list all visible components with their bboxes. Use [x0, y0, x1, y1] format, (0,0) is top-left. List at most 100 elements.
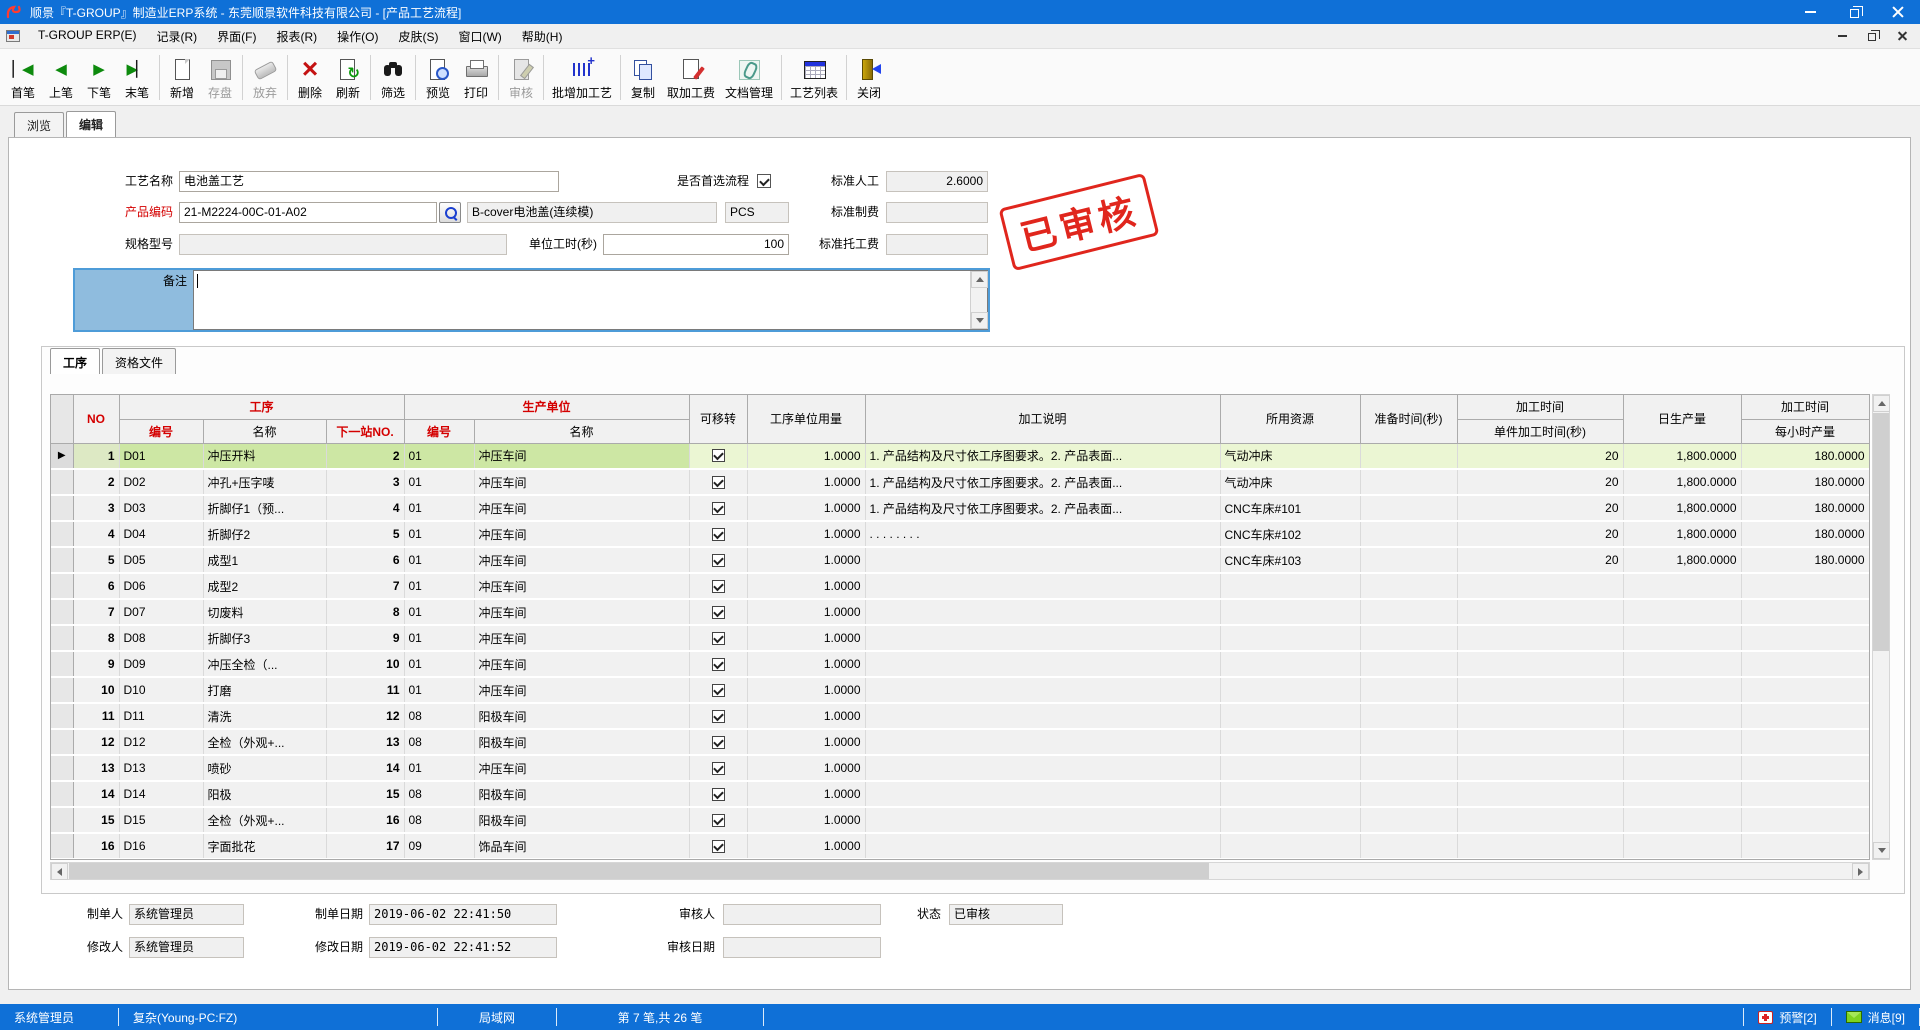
cell-unit_time[interactable] — [1457, 807, 1623, 833]
row-selector-gutter[interactable] — [51, 833, 73, 859]
cell-usage[interactable]: 1.0000 — [747, 651, 865, 677]
cell-no[interactable]: 7 — [73, 599, 119, 625]
cell-uname[interactable]: 冲压车间 — [474, 521, 689, 547]
cell-daily[interactable] — [1623, 625, 1741, 651]
col-header-unit-name[interactable]: 名称 — [474, 419, 689, 443]
cell-transferable[interactable] — [689, 625, 747, 651]
cell-prep[interactable] — [1360, 521, 1457, 547]
cell-ucode[interactable]: 01 — [404, 677, 474, 703]
cell-prep[interactable] — [1360, 833, 1457, 859]
cell-unit_time[interactable]: 20 — [1457, 495, 1623, 521]
cell-desc[interactable] — [865, 729, 1220, 755]
col-header-process-desc[interactable]: 加工说明 — [865, 395, 1220, 443]
cell-ucode[interactable]: 08 — [404, 729, 474, 755]
cell-name[interactable]: 清洗 — [203, 703, 326, 729]
cell-uname[interactable]: 冲压车间 — [474, 469, 689, 495]
cell-ucode[interactable]: 01 — [404, 651, 474, 677]
window-minimize-button[interactable] — [1788, 0, 1832, 24]
craft-name-input[interactable]: 电池盖工艺 — [179, 171, 559, 192]
row-selector-gutter[interactable] — [51, 703, 73, 729]
cell-resource[interactable]: CNC车床#103 — [1220, 547, 1360, 573]
cell-resource[interactable] — [1220, 833, 1360, 859]
cell-daily[interactable] — [1623, 703, 1741, 729]
row-selector-gutter[interactable] — [51, 573, 73, 599]
cell-next[interactable]: 16 — [326, 807, 404, 833]
cell-ucode[interactable]: 01 — [404, 755, 474, 781]
menu-item-2[interactable]: 记录(R) — [146, 24, 207, 49]
cell-daily[interactable]: 1,800.0000 — [1623, 495, 1741, 521]
cell-hourly[interactable]: 180.0000 — [1741, 495, 1869, 521]
grid-row[interactable]: 3D03折脚仔1（预...401冲压车间1.00001. 产品结构及尺寸依工序图… — [51, 495, 1869, 521]
cell-code[interactable]: D03 — [119, 495, 203, 521]
tab-edit[interactable]: 编辑 — [66, 111, 116, 137]
cell-next[interactable]: 7 — [326, 573, 404, 599]
cell-name[interactable]: 喷砂 — [203, 755, 326, 781]
cell-resource[interactable] — [1220, 677, 1360, 703]
cell-hourly[interactable] — [1741, 833, 1869, 859]
cell-usage[interactable]: 1.0000 — [747, 469, 865, 495]
cell-name[interactable]: 冲压全检（... — [203, 651, 326, 677]
cell-desc[interactable]: . . . . . . . . — [865, 521, 1220, 547]
cell-desc[interactable] — [865, 833, 1220, 859]
cell-next[interactable]: 17 — [326, 833, 404, 859]
cell-daily[interactable]: 1,800.0000 — [1623, 443, 1741, 469]
cell-prep[interactable] — [1360, 495, 1457, 521]
cell-transferable[interactable] — [689, 703, 747, 729]
cell-usage[interactable]: 1.0000 — [747, 625, 865, 651]
toolbar-button-refresh[interactable]: 刷新 — [329, 51, 367, 104]
col-header-no[interactable]: NO — [73, 395, 119, 443]
row-selector-gutter[interactable] — [51, 651, 73, 677]
menu-item-3[interactable]: 界面(F) — [207, 24, 266, 49]
cell-uname[interactable]: 阳极车间 — [474, 703, 689, 729]
row-selector-gutter[interactable] — [51, 755, 73, 781]
cell-prep[interactable] — [1360, 703, 1457, 729]
cell-uname[interactable]: 冲压车间 — [474, 651, 689, 677]
cell-resource[interactable] — [1220, 755, 1360, 781]
cell-unit_time[interactable] — [1457, 599, 1623, 625]
cell-desc[interactable] — [865, 807, 1220, 833]
cell-unit_time[interactable] — [1457, 703, 1623, 729]
scroll-down-icon[interactable] — [971, 312, 988, 329]
cell-no[interactable]: 4 — [73, 521, 119, 547]
spec-model-input[interactable] — [179, 234, 507, 255]
cell-uname[interactable]: 冲压车间 — [474, 495, 689, 521]
col-header-unit-proc-time[interactable]: 单件加工时间(秒) — [1457, 419, 1623, 443]
preferred-flow-checkbox[interactable] — [757, 174, 771, 188]
cell-transferable[interactable] — [689, 443, 747, 469]
cell-daily[interactable]: 1,800.0000 — [1623, 469, 1741, 495]
cell-code[interactable]: D07 — [119, 599, 203, 625]
grid-row[interactable]: 11D11清洗1208阳极车间1.0000 — [51, 703, 1869, 729]
cell-prep[interactable] — [1360, 599, 1457, 625]
cell-ucode[interactable]: 01 — [404, 599, 474, 625]
cell-uname[interactable]: 冲压车间 — [474, 443, 689, 469]
cell-no[interactable]: 8 — [73, 625, 119, 651]
row-selector-gutter[interactable] — [51, 781, 73, 807]
cell-resource[interactable]: 气动冲床 — [1220, 469, 1360, 495]
toolbar-button-nav-first[interactable]: 首笔 — [4, 51, 42, 104]
cell-transferable[interactable] — [689, 651, 747, 677]
cell-code[interactable]: D04 — [119, 521, 203, 547]
grid-row[interactable]: 13D13喷砂1401冲压车间1.0000 — [51, 755, 1869, 781]
transferable-checkbox[interactable] — [712, 762, 725, 775]
transferable-checkbox[interactable] — [712, 449, 725, 462]
cell-ucode[interactable]: 09 — [404, 833, 474, 859]
cell-usage[interactable]: 1.0000 — [747, 703, 865, 729]
cell-prep[interactable] — [1360, 573, 1457, 599]
cell-ucode[interactable]: 01 — [404, 625, 474, 651]
cell-prep[interactable] — [1360, 677, 1457, 703]
cell-desc[interactable] — [865, 599, 1220, 625]
cell-usage[interactable]: 1.0000 — [747, 781, 865, 807]
cell-name[interactable]: 全检（外观+... — [203, 729, 326, 755]
transferable-checkbox[interactable] — [712, 840, 725, 853]
grid-row[interactable]: 16D16字面批花1709饰品车间1.0000 — [51, 833, 1869, 859]
cell-no[interactable]: 3 — [73, 495, 119, 521]
cell-ucode[interactable]: 08 — [404, 781, 474, 807]
cell-prep[interactable] — [1360, 469, 1457, 495]
tab-browse[interactable]: 浏览 — [14, 112, 64, 137]
cell-unit_time[interactable]: 20 — [1457, 469, 1623, 495]
cell-hourly[interactable] — [1741, 703, 1869, 729]
menu-item-8[interactable]: 帮助(H) — [512, 24, 573, 49]
cell-transferable[interactable] — [689, 547, 747, 573]
cell-usage[interactable]: 1.0000 — [747, 677, 865, 703]
unit-hours-input[interactable]: 100 — [603, 234, 789, 255]
